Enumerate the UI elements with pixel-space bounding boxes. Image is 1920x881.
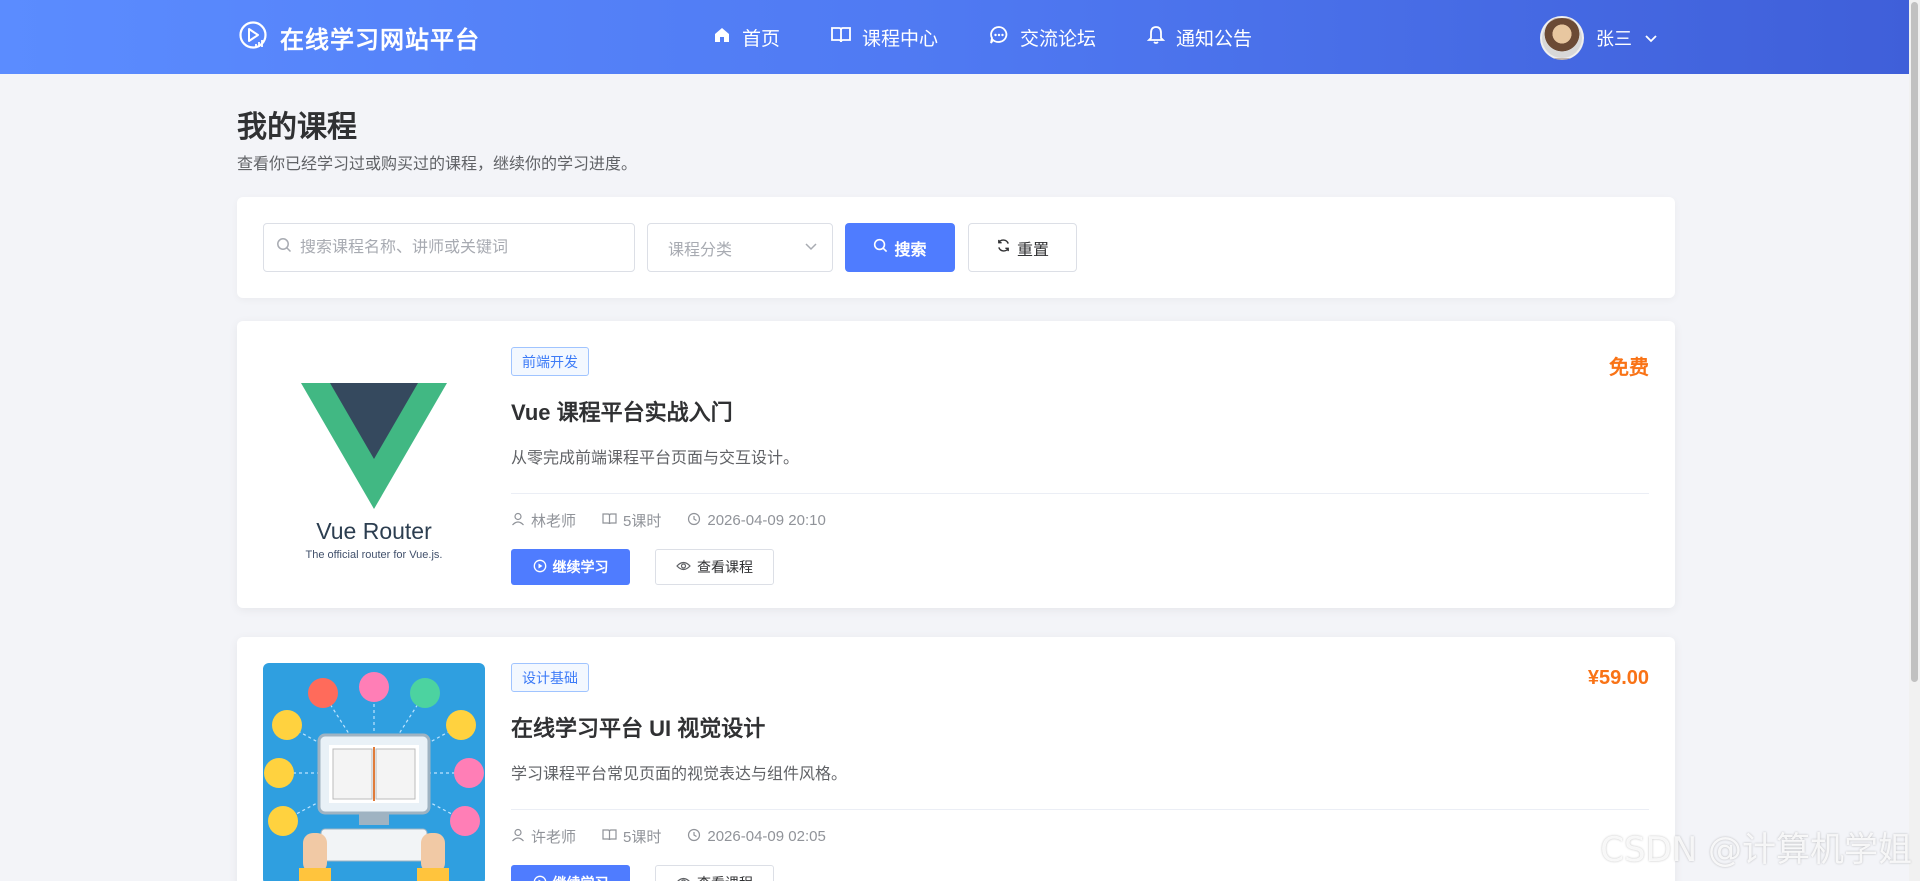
avatar[interactable]: [1540, 16, 1584, 60]
search-input[interactable]: [300, 238, 620, 257]
cover-title: Vue Router: [316, 518, 432, 544]
course-cover-vue-router[interactable]: Vue Router The official router for Vue.j…: [263, 347, 485, 569]
course-meta: 林老师 5课时 2026-04-09 20:10: [511, 510, 826, 531]
search-icon: [873, 238, 888, 258]
continue-learning-label: 继续学习: [552, 559, 609, 575]
search-button-label: 搜索: [894, 241, 927, 259]
nav-item-courses[interactable]: 课程中心: [830, 24, 938, 51]
reset-button-label: 重置: [1016, 241, 1049, 259]
book-icon: [602, 512, 617, 530]
user-menu[interactable]: 张三: [1540, 16, 1658, 60]
user-icon: [511, 828, 525, 846]
book-icon: [602, 828, 617, 846]
course-cover-ui-design[interactable]: [263, 663, 485, 881]
divider: [511, 809, 1649, 810]
reset-button[interactable]: 重置: [968, 223, 1077, 272]
course-teacher: 许老师: [531, 829, 577, 846]
nav-item-forum[interactable]: 交流论坛: [988, 24, 1096, 51]
cover-subtitle: The official router for Vue.js.: [306, 549, 443, 561]
view-course-button[interactable]: 查看课程: [655, 549, 774, 585]
course-tag: 前端开发: [511, 347, 589, 376]
nav-item-notice[interactable]: 通知公告: [1146, 24, 1252, 51]
nav-item-label: 课程中心: [862, 29, 939, 50]
refresh-icon: [996, 238, 1011, 258]
brand[interactable]: 在线学习网站平台: [238, 20, 480, 55]
category-select-placeholder: 课程分类: [668, 241, 733, 259]
top-navbar: 在线学习网站平台 首页 课程中心 交流论坛 通知公告 张三: [0, 0, 1909, 74]
continue-learning-button[interactable]: 继续学习: [511, 865, 630, 881]
eye-icon: [676, 875, 691, 881]
chevron-down-icon: [804, 239, 818, 257]
eye-icon: [676, 559, 691, 575]
continue-learning-label: 继续学习: [553, 873, 609, 881]
course-meta: 许老师 5课时 2026-04-09 02:05: [511, 826, 826, 847]
nav-item-label: 通知公告: [1176, 29, 1253, 50]
play-logo-icon: [238, 20, 268, 55]
course-price: 免费: [1609, 357, 1649, 379]
course-title[interactable]: 在线学习平台 UI 视觉设计: [511, 711, 765, 743]
continue-learning-button[interactable]: 继续学习: [511, 549, 630, 585]
play-circle-icon: [533, 875, 547, 881]
play-circle-icon: [533, 559, 547, 576]
watermark: CSDN @计算机学姐: [1600, 830, 1912, 870]
brand-title: 在线学习网站平台: [280, 27, 480, 54]
nav-item-label: 首页: [742, 29, 781, 50]
search-icon: [276, 237, 292, 258]
view-course-button[interactable]: 查看课程: [655, 865, 774, 881]
book-icon: [830, 25, 852, 51]
clock-icon: [687, 512, 701, 530]
course-card: 设计基础 在线学习平台 UI 视觉设计 学习课程平台常见页面的视觉表达与组件风格…: [237, 637, 1675, 881]
category-select[interactable]: 课程分类: [647, 223, 833, 272]
course-price: ¥59.00: [1587, 667, 1649, 689]
filter-panel: 课程分类 搜索 重置: [237, 197, 1675, 298]
view-course-label: 查看课程: [697, 873, 753, 881]
course-teacher: 林老师: [531, 513, 577, 530]
course-lessons: 5课时: [623, 513, 662, 530]
main-nav: 首页 课程中心 交流论坛 通知公告: [712, 24, 1302, 51]
chevron-down-icon: [1644, 28, 1658, 49]
search-button[interactable]: 搜索: [845, 223, 955, 272]
course-title[interactable]: Vue 课程平台实战入门: [511, 395, 733, 427]
home-icon: [712, 25, 732, 51]
course-time: 2026-04-09 02:05: [707, 828, 826, 845]
course-card: Vue Router The official router for Vue.j…: [237, 321, 1675, 608]
course-description: 从零完成前端课程平台页面与交互设计。: [511, 450, 800, 467]
user-icon: [511, 512, 525, 530]
nav-item-label: 交流论坛: [1020, 29, 1097, 50]
clock-icon: [687, 828, 701, 846]
chat-icon: [988, 25, 1010, 51]
bell-icon: [1146, 25, 1166, 51]
page-title: 我的课程: [237, 111, 357, 144]
scrollbar-thumb[interactable]: [1911, 2, 1918, 682]
page-scrollbar[interactable]: [1909, 0, 1920, 881]
course-lessons: 5课时: [623, 829, 662, 846]
course-description: 学习课程平台常见页面的视觉表达与组件风格。: [511, 766, 848, 783]
page-subtitle: 查看你已经学习过或购买过的课程，继续你的学习进度。: [237, 156, 638, 173]
course-tag: 设计基础: [511, 663, 589, 692]
view-course-label: 查看课程: [697, 559, 753, 575]
search-box[interactable]: [263, 223, 635, 272]
nav-item-home[interactable]: 首页: [712, 24, 780, 51]
user-name: 张三: [1596, 29, 1632, 49]
course-time: 2026-04-09 20:10: [707, 512, 826, 529]
divider: [511, 493, 1649, 494]
